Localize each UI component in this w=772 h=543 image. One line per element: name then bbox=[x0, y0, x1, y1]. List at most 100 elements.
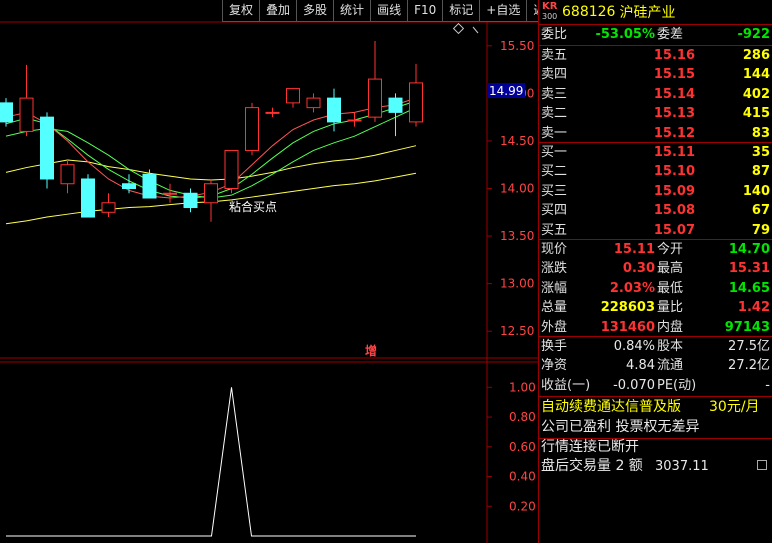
promo-row[interactable]: 自动续费通达信普及版 30元/月 bbox=[539, 398, 772, 417]
candle bbox=[265, 107, 280, 118]
fin-label: 净资 bbox=[541, 358, 568, 374]
stat-value: 14.70 bbox=[728, 242, 770, 257]
kline-chart[interactable]: 15.5015.0014.5014.0013.5013.0012.50 1.00… bbox=[0, 0, 538, 543]
stock-name: 沪硅产业 bbox=[619, 5, 676, 21]
candle bbox=[60, 159, 75, 194]
bid-level-label: 买一 bbox=[541, 145, 568, 160]
ask-level-label: 卖一 bbox=[541, 125, 568, 141]
kr-badge-bottom: 300 bbox=[542, 12, 558, 21]
toolbar-add-watchlist-button[interactable]: +自选 bbox=[479, 0, 527, 22]
indicator-line bbox=[6, 387, 416, 537]
stat-value: 15.31 bbox=[728, 261, 770, 277]
indicator-tick-label: 1.00 bbox=[509, 380, 536, 394]
ask-price: 15.13 bbox=[653, 106, 695, 122]
fin-value: 4.84 bbox=[626, 358, 655, 374]
candle-body bbox=[204, 183, 218, 204]
candle-body bbox=[368, 78, 382, 118]
bid-row: 买二 15.10 87 bbox=[539, 162, 772, 181]
indicator-tick-label: 0.80 bbox=[509, 410, 536, 424]
ask-price: 15.15 bbox=[653, 67, 695, 83]
kr-badge: KR 300 bbox=[542, 1, 560, 23]
diamond-icon[interactable] bbox=[452, 22, 465, 35]
promo-price[interactable]: 30元/月 bbox=[709, 398, 760, 417]
bid-price: 15.07 bbox=[653, 222, 695, 238]
ask-row: 卖二 15.13 415 bbox=[539, 104, 772, 123]
candle bbox=[224, 149, 239, 194]
stat-label: 总量 bbox=[541, 300, 568, 316]
quote-header: KR 300 688126 沪硅产业 bbox=[539, 0, 772, 25]
fin-label: 流通 bbox=[657, 358, 684, 374]
candle-body bbox=[163, 192, 177, 195]
candle bbox=[81, 174, 95, 218]
stat-label: 今开 bbox=[657, 242, 684, 257]
signal-label: 粘合买点 bbox=[229, 199, 277, 214]
order-diff-label: 委差 bbox=[657, 27, 684, 42]
stat-row: 总量 228603 量比 1.42 bbox=[539, 298, 772, 317]
order-ratio-row: 委比 -53.05% 委差 -922 bbox=[539, 25, 772, 44]
stat-label: 涨跌 bbox=[541, 261, 568, 277]
candle bbox=[286, 88, 300, 108]
quote-panel: KR 300 688126 沪硅产业 委比 -53.05% 委差 -922 卖五… bbox=[538, 0, 772, 543]
toolbar-multi-stock-button[interactable]: 多股 bbox=[296, 0, 334, 22]
stat-label: 量比 bbox=[657, 300, 684, 316]
candle-body bbox=[81, 178, 95, 218]
fin-value: 27.5亿 bbox=[728, 339, 770, 354]
bid-price: 15.09 bbox=[653, 183, 695, 199]
stat-value: 0.30 bbox=[622, 261, 655, 277]
price-tick-label: 14.00 bbox=[500, 182, 534, 196]
candle-body bbox=[101, 202, 116, 213]
toolbar-f10-button[interactable]: F10 bbox=[407, 0, 443, 22]
bid-volume: 67 bbox=[751, 203, 770, 219]
after-hours-label: 盘后交易量 2 额 bbox=[541, 458, 643, 474]
candle bbox=[0, 98, 13, 127]
kr-badge-top: KR bbox=[542, 1, 558, 12]
ask-price: 15.12 bbox=[653, 125, 695, 141]
price-tick-label: 15.50 bbox=[500, 39, 534, 53]
ask-row: 卖一 15.12 83 bbox=[539, 124, 772, 143]
candle-body bbox=[0, 102, 13, 123]
candle bbox=[163, 183, 177, 203]
stat-label: 内盘 bbox=[657, 319, 684, 335]
toolbar-overlay-button[interactable]: 叠加 bbox=[259, 0, 297, 22]
candle-body bbox=[224, 149, 239, 189]
stat-value: 15.11 bbox=[613, 242, 655, 257]
fin-label: 股本 bbox=[657, 339, 684, 354]
candle-body bbox=[245, 107, 259, 151]
stat-value: 1.42 bbox=[737, 300, 770, 316]
price-tick-label: 13.50 bbox=[500, 229, 534, 243]
candle bbox=[183, 188, 198, 213]
candle-body bbox=[327, 97, 341, 123]
fin-value: 27.2亿 bbox=[728, 358, 770, 374]
indicator-axis: 1.00 0.80 0.60 0.40 0.20 bbox=[487, 380, 536, 513]
candle bbox=[409, 63, 423, 127]
ask-volume: 415 bbox=[742, 106, 770, 122]
settings-icon[interactable] bbox=[472, 26, 479, 34]
candle bbox=[347, 112, 362, 127]
corner-resize-icon[interactable] bbox=[757, 460, 767, 470]
ask-price: 15.16 bbox=[653, 48, 695, 63]
stat-row: 外盘 131460 内盘 97143 bbox=[539, 318, 772, 337]
separator bbox=[539, 396, 772, 397]
candle bbox=[142, 169, 157, 199]
toolbar-adjust-button[interactable]: 复权 bbox=[222, 0, 260, 22]
candle-body bbox=[19, 97, 34, 132]
toolbar-draw-line-button[interactable]: 画线 bbox=[370, 0, 408, 22]
toolbar-statistics-button[interactable]: 统计 bbox=[333, 0, 371, 22]
candle-body bbox=[142, 173, 157, 199]
promo-text[interactable]: 自动续费通达信普及版 bbox=[541, 398, 681, 417]
stat-value: 228603 bbox=[600, 300, 655, 316]
candle bbox=[101, 193, 116, 218]
candle bbox=[204, 178, 218, 222]
candle bbox=[19, 64, 34, 137]
company-note-row: 公司已盈利 投票权无差异 bbox=[539, 418, 772, 437]
indicator-tick-label: 0.60 bbox=[509, 440, 536, 454]
bid-level-label: 买五 bbox=[541, 222, 568, 238]
stat-label: 最低 bbox=[657, 280, 684, 296]
candle-body bbox=[265, 111, 280, 114]
ask-level-label: 卖四 bbox=[541, 67, 568, 83]
candle-body bbox=[60, 164, 75, 185]
candle bbox=[306, 93, 321, 113]
toolbar-mark-button[interactable]: 标记 bbox=[442, 0, 480, 22]
ask-volume: 144 bbox=[742, 67, 770, 83]
stat-label: 最高 bbox=[657, 261, 684, 277]
